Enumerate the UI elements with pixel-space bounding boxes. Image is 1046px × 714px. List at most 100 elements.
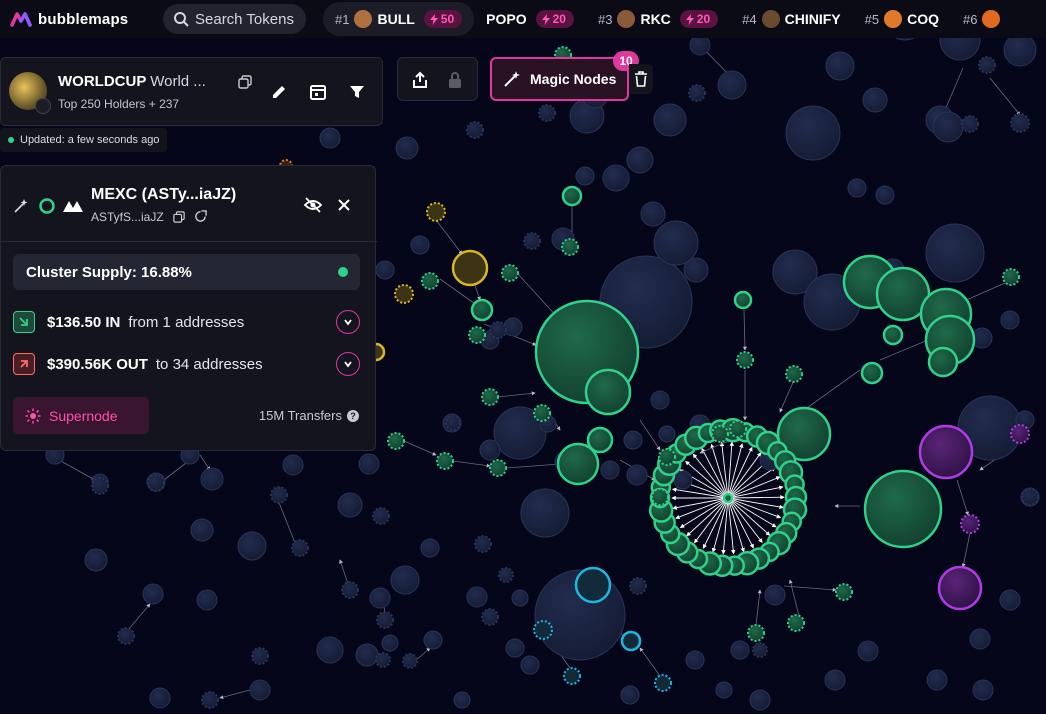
holder-bubble[interactable] <box>468 326 486 344</box>
holder-bubble[interactable] <box>426 202 446 222</box>
holder-bubble[interactable] <box>251 647 269 665</box>
holder-bubble[interactable] <box>533 620 553 640</box>
holder-bubble[interactable] <box>918 424 974 480</box>
logo[interactable]: bubblemaps <box>10 11 160 28</box>
holder-bubble[interactable] <box>685 650 705 670</box>
holder-bubble[interactable] <box>147 474 165 492</box>
holder-bubble[interactable] <box>586 426 614 454</box>
holder-bubble[interactable] <box>623 430 643 450</box>
holder-bubble[interactable] <box>291 539 309 557</box>
holder-bubble[interactable] <box>1021 488 1039 506</box>
holder-bubble[interactable] <box>960 514 980 534</box>
holder-bubble[interactable] <box>785 365 803 383</box>
holder-bubble[interactable] <box>466 121 484 139</box>
ticker-item[interactable]: #5 COQ <box>853 2 951 36</box>
holder-bubble[interactable] <box>489 459 507 477</box>
holder-bubble[interactable] <box>436 452 454 470</box>
holder-bubble[interactable] <box>249 679 271 701</box>
holder-bubble[interactable] <box>999 589 1021 611</box>
holder-bubble[interactable] <box>785 105 841 161</box>
holder-bubble[interactable] <box>501 264 519 282</box>
holder-bubble[interactable] <box>584 368 632 416</box>
holder-bubble[interactable] <box>932 111 964 143</box>
holder-bubble[interactable] <box>729 420 747 438</box>
ticker-item[interactable]: #4 CHINIFY <box>730 2 852 36</box>
holder-bubble[interactable] <box>481 388 499 406</box>
outflow-row[interactable]: $390.56K OUT to 34 addresses <box>13 349 360 379</box>
ticker-item[interactable]: #3 RKC 20 <box>586 2 730 36</box>
holder-bubble[interactable] <box>683 257 709 283</box>
lock-button[interactable] <box>443 68 467 92</box>
holder-bubble[interactable] <box>722 492 734 504</box>
holder-bubble[interactable] <box>650 390 670 410</box>
holder-bubble[interactable] <box>390 565 420 595</box>
holder-bubble[interactable] <box>84 548 108 572</box>
holder-bubble[interactable] <box>764 584 786 606</box>
holder-bubble[interactable] <box>1003 33 1037 67</box>
holder-bubble[interactable] <box>620 630 642 652</box>
holder-bubble[interactable] <box>1002 268 1020 286</box>
holder-bubble[interactable] <box>882 324 904 346</box>
holder-bubble[interactable] <box>927 346 959 378</box>
holder-bubble[interactable] <box>505 638 525 658</box>
holder-bubble[interactable] <box>749 689 771 711</box>
holder-bubble[interactable] <box>337 492 363 518</box>
ticker-item[interactable]: POPO 20 <box>474 2 586 36</box>
holder-bubble[interactable] <box>511 589 529 607</box>
holder-bubble[interactable] <box>1000 310 1020 330</box>
holder-bubble[interactable] <box>972 679 994 701</box>
help-icon[interactable]: ? <box>347 409 359 422</box>
holder-bubble[interactable] <box>574 566 612 604</box>
holder-bubble[interactable] <box>387 432 405 450</box>
holder-bubble[interactable] <box>563 667 581 685</box>
holder-bubble[interactable] <box>376 611 394 629</box>
holder-bubble[interactable] <box>466 586 488 608</box>
holder-bubble[interactable] <box>926 669 948 691</box>
holder-bubble[interactable] <box>421 272 439 290</box>
holder-bubble[interactable] <box>142 583 164 605</box>
copy-token-button[interactable] <box>233 70 257 94</box>
holder-bubble[interactable] <box>620 685 640 705</box>
holder-bubble[interactable] <box>533 404 551 422</box>
holder-bubble[interactable] <box>825 51 855 81</box>
holder-bubble[interactable] <box>420 538 440 558</box>
holder-bubble[interactable] <box>395 136 419 160</box>
holder-bubble[interactable] <box>149 687 171 709</box>
holder-bubble[interactable] <box>237 531 267 561</box>
holder-bubble[interactable] <box>117 627 135 645</box>
holder-bubble[interactable] <box>857 640 879 662</box>
holder-bubble[interactable] <box>847 178 867 198</box>
holder-bubble[interactable] <box>626 464 648 486</box>
ticker-item[interactable]: #1 BULL 50 <box>323 2 475 36</box>
holder-bubble[interactable] <box>969 628 991 650</box>
holder-bubble[interactable] <box>372 507 390 525</box>
holder-bubble[interactable] <box>282 454 304 476</box>
holder-bubble[interactable] <box>717 70 747 100</box>
holder-bubble[interactable] <box>937 565 983 611</box>
holder-bubble[interactable] <box>863 469 943 549</box>
ticker-item[interactable]: #6 <box>951 2 1012 36</box>
holder-bubble[interactable] <box>520 488 570 538</box>
holder-bubble[interactable] <box>381 634 399 652</box>
holder-bubble[interactable] <box>860 361 884 385</box>
holder-bubble[interactable] <box>561 238 579 256</box>
copy-icon[interactable] <box>173 211 185 223</box>
holder-bubble[interactable] <box>640 201 666 227</box>
holder-bubble[interactable] <box>602 164 630 192</box>
holder-bubble[interactable] <box>375 652 391 668</box>
holder-bubble[interactable] <box>316 636 344 664</box>
holder-bubble[interactable] <box>561 185 583 207</box>
holder-bubble[interactable] <box>474 535 492 553</box>
holder-bubble[interactable] <box>651 488 669 506</box>
holder-bubble[interactable] <box>479 439 501 461</box>
holder-bubble[interactable] <box>355 643 379 667</box>
holder-bubble[interactable] <box>653 103 687 137</box>
holder-bubble[interactable] <box>190 518 214 542</box>
holder-bubble[interactable] <box>481 608 499 626</box>
holder-bubble[interactable] <box>787 614 805 632</box>
holder-bubble[interactable] <box>629 577 647 595</box>
calendar-button[interactable] <box>306 80 330 104</box>
holder-bubble[interactable] <box>1010 424 1030 444</box>
holder-bubble[interactable] <box>654 674 672 692</box>
holder-bubble[interactable] <box>730 640 750 660</box>
